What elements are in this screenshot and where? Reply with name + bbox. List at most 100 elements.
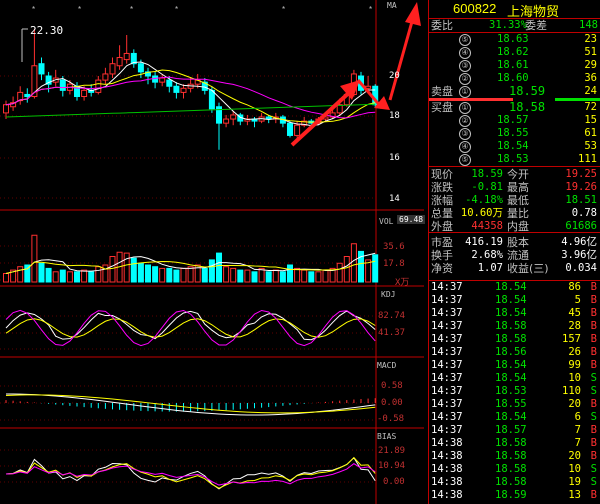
ask-row-4[interactable]: ④ 18.62 51: [429, 46, 600, 59]
bid-volume: 15: [584, 114, 597, 126]
candle-body: [265, 116, 272, 120]
volume-bar: [74, 271, 80, 283]
quote-row-jingzi: 净资 1.07 收益(三) 0.034: [429, 262, 600, 275]
bid-row-4[interactable]: ④ 18.54 53: [429, 140, 600, 153]
volume-bar: [201, 267, 208, 283]
weicha-value: 148: [579, 19, 598, 31]
bias-axis-2: 10.94: [378, 461, 406, 471]
tick-price: 18.54: [495, 307, 527, 319]
tick-time: 14:37: [431, 333, 463, 345]
bid-row-2[interactable]: ② 18.57 15: [429, 114, 600, 127]
candle-body: [208, 89, 215, 110]
quote-row-shiying: 市盈 416.19 股本 4.96亿: [429, 236, 600, 249]
liangbi-label: 量比: [507, 207, 529, 220]
waipan-value: 44358: [471, 220, 503, 232]
bid-volume: 61: [584, 127, 597, 139]
tick-price: 18.58: [495, 437, 527, 449]
quote-row-xianjia: 现价 18.59 今开 19.25: [429, 168, 600, 181]
tick-time: 14:38: [431, 437, 463, 449]
volume-bar: [102, 264, 109, 283]
volume-bar: [173, 269, 180, 283]
bid-level: ①: [459, 102, 471, 114]
bid-row-5[interactable]: ⑤ 18.53 111: [429, 153, 600, 166]
kdj-axis-1: 82.74: [378, 311, 406, 321]
zuidi-label: 最低: [507, 194, 529, 207]
tick-volume: 6: [574, 411, 581, 423]
tick-row: 14:37 18.54 45 B: [429, 307, 600, 320]
sell-label: 卖盘: [431, 85, 453, 98]
kline-chart-svg[interactable]: * * * * * *: [0, 0, 428, 504]
ask-level: ①: [459, 86, 471, 98]
event-marker: *: [175, 5, 178, 14]
bid-row-1[interactable]: 买盘 ① 18.58 72: [429, 101, 600, 114]
volume-bar: [336, 262, 343, 283]
ask-row-3[interactable]: ③ 18.61 29: [429, 59, 600, 72]
ask-level: ②: [459, 73, 471, 85]
bid-row-3[interactable]: ③ 18.55 61: [429, 127, 600, 140]
candle-body: [123, 52, 130, 61]
bias2-line: [5, 456, 376, 489]
waipan-label: 外盘: [431, 220, 453, 233]
candle-body: [109, 63, 116, 75]
tick-volume: 19: [568, 476, 581, 488]
volume-bar: [272, 269, 279, 283]
ask-level: ⑤: [459, 34, 471, 46]
tick-row: 14:38 18.58 10 S: [429, 463, 600, 476]
volume-bar: [223, 266, 230, 283]
volume-bar: [265, 271, 272, 283]
tick-price: 18.58: [495, 476, 527, 488]
vol-label: VOL: [379, 217, 394, 226]
annotation-arrow-long: [388, 17, 415, 101]
tick-volume: 13: [568, 489, 581, 501]
volume-bar: [152, 266, 159, 283]
tick-row: 14:37 18.54 6 S: [429, 411, 600, 424]
candle-body: [24, 93, 31, 97]
bid-volume: 111: [578, 153, 597, 165]
ma5-line: [5, 61, 376, 127]
kdj-label: KDJ: [381, 290, 396, 299]
volume-bar: [216, 252, 222, 283]
tick-side: S: [590, 476, 597, 488]
volume-bar: [180, 267, 187, 283]
volume-bar: [308, 271, 315, 283]
bid-price: 18.58: [509, 100, 546, 114]
volume-bar: [66, 271, 73, 283]
ask-row-5[interactable]: ⑤ 18.63 23: [429, 33, 600, 46]
ask-price: 18.61: [497, 59, 529, 71]
price-axis-16: 16: [389, 153, 400, 163]
tick-price: 18.58: [495, 333, 527, 345]
ask-volume: 23: [584, 33, 597, 45]
tick-side: S: [590, 411, 597, 423]
candle-body: [287, 122, 293, 136]
price-axis-18: 18: [389, 111, 400, 121]
bias-axis-1: 21.89: [378, 446, 406, 456]
tick-side: B: [590, 294, 597, 306]
tick-price: 18.58: [495, 463, 527, 475]
bias1-line: [5, 456, 376, 490]
volume-bar: [81, 269, 88, 283]
zhangfu-label: 涨幅: [431, 194, 453, 207]
volume-bar: [123, 252, 130, 283]
volume-bar: [187, 266, 194, 283]
volume-bar: [301, 269, 308, 283]
ask-volume: 36: [584, 72, 597, 84]
tick-time: 14:37: [431, 294, 463, 306]
bias-axis-3: 0.00: [383, 477, 405, 487]
candle-body: [159, 77, 166, 83]
tick-side: B: [590, 450, 597, 462]
tick-volume: 157: [562, 333, 581, 345]
tick-volume: 86: [568, 281, 581, 293]
tick-price: 18.59: [495, 489, 527, 501]
ask-row-1[interactable]: 卖盘 ① 18.59 24: [429, 85, 600, 98]
xianjia-label: 现价: [431, 168, 453, 181]
zhangdie-value: -0.81: [471, 181, 503, 193]
volume-bar: [251, 271, 258, 283]
volume-bar: [350, 243, 357, 283]
volume-bar: [137, 262, 144, 283]
tick-row: 14:37 18.54 10 S: [429, 372, 600, 385]
liangbi-value: 0.78: [571, 207, 597, 219]
kline-chart-area[interactable]: * * * * * * MA 22.30 20 18 16 14 VOL 69.48 35…: [0, 0, 428, 504]
volume-bar: [59, 269, 66, 283]
tick-side: B: [590, 281, 597, 293]
tick-time: 14:38: [431, 476, 463, 488]
